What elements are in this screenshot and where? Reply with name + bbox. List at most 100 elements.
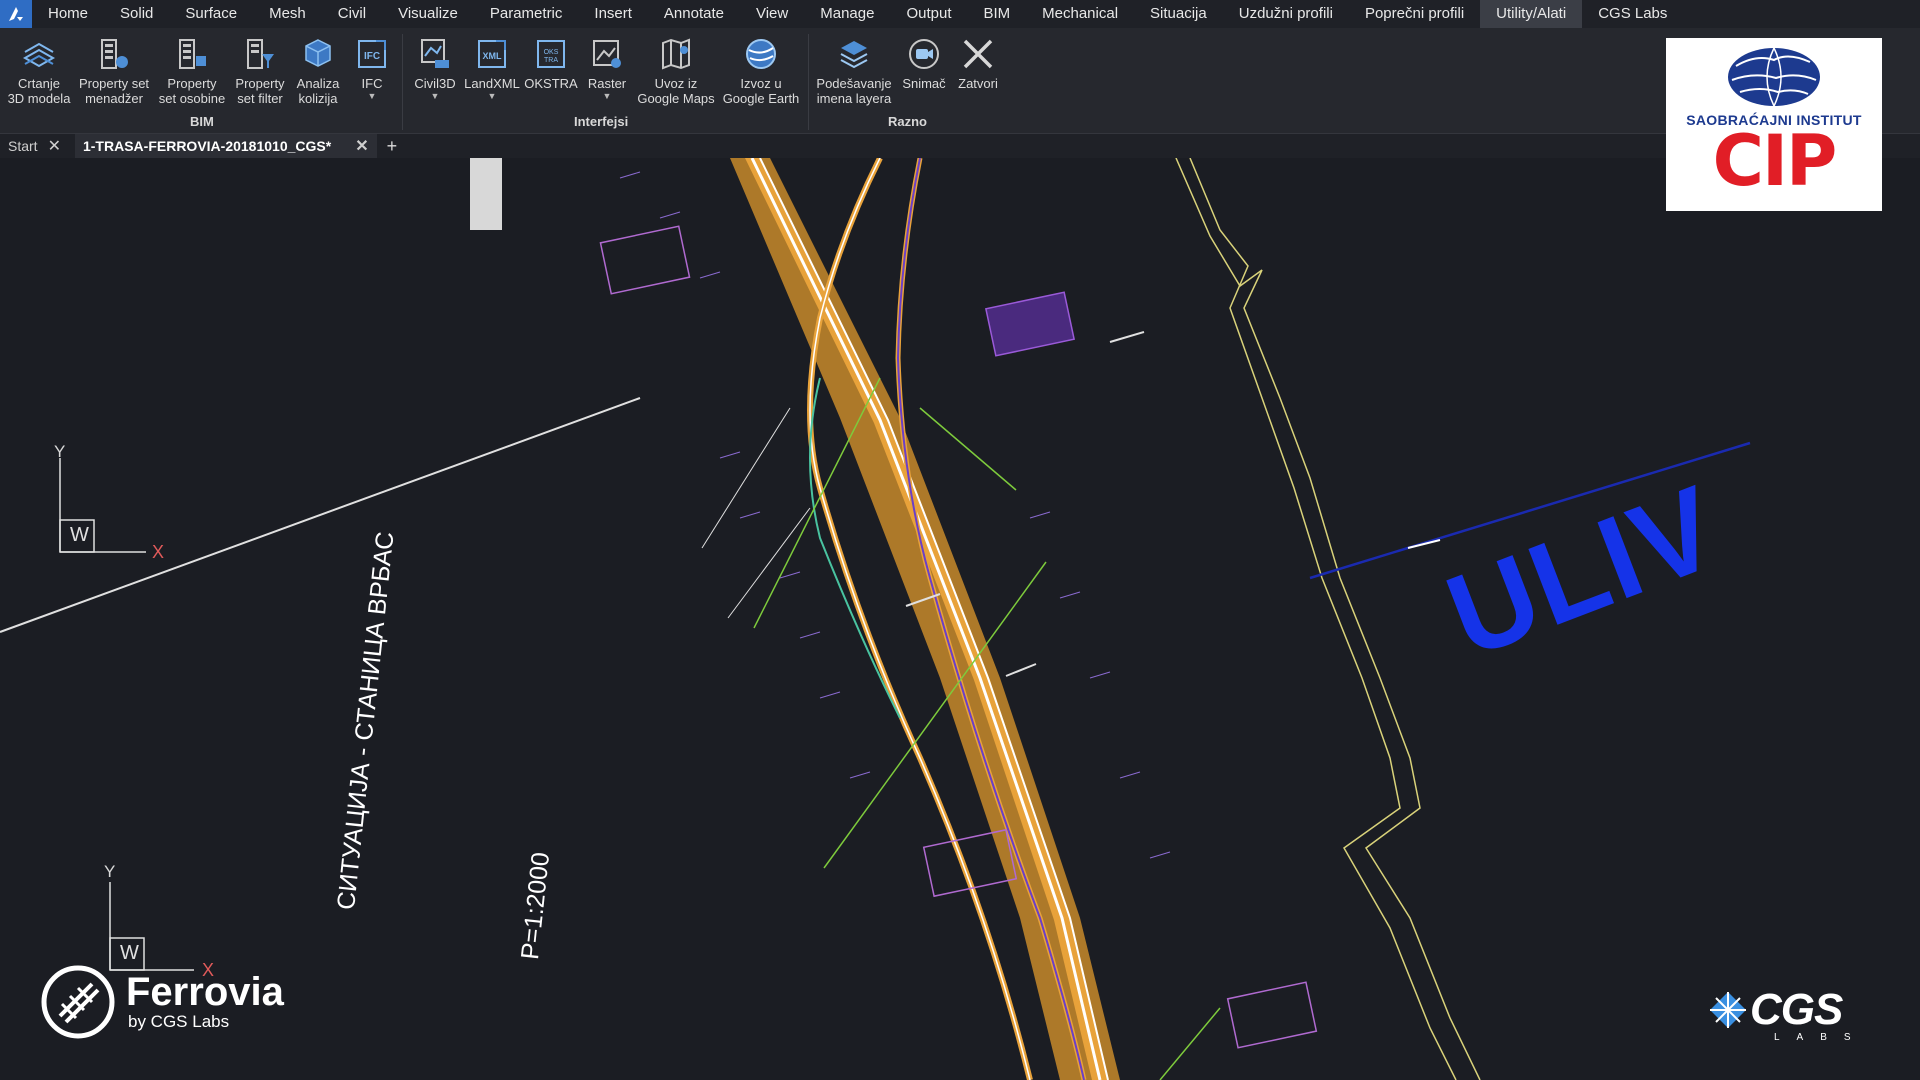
close-icon[interactable]: ✕ (48, 136, 61, 156)
tool-label: Civil3D (414, 76, 456, 91)
property-set-menadzer-button[interactable]: Property set menadžer (74, 34, 154, 106)
menu-tab-mechanical[interactable]: Mechanical (1026, 0, 1134, 28)
zatvori-button[interactable]: Zatvori (952, 34, 1004, 91)
ferrovia-byline: by CGS Labs (128, 1012, 230, 1031)
property-set-filter-button[interactable]: Property set filter (228, 34, 292, 106)
cgs-mark-icon (1710, 992, 1746, 1028)
property-set-manager-icon (101, 39, 128, 69)
izvoz-google-earth-button[interactable]: Izvoz u Google Earth (720, 34, 802, 106)
new-tab-button[interactable]: + (387, 136, 398, 157)
tool-label: Property set osobine (158, 76, 226, 106)
menu-tabs: Home Solid Surface Mesh Civil Visualize Parame… (32, 0, 1683, 28)
menu-bar: Home Solid Surface Mesh Civil Visualize Parame… (0, 0, 1920, 28)
annotation-block (1226, 981, 1318, 1049)
crtanje-3d-modela-button[interactable]: Crtanje 3D modela (6, 34, 72, 106)
menu-tab-uzdu-ni-profili[interactable]: Uzdužni profili (1223, 0, 1349, 28)
ribbon: Crtanje 3D modela Property set menadžer … (0, 28, 1920, 134)
menu-tab-parametric[interactable]: Parametric (474, 0, 579, 28)
recorder-icon (909, 39, 939, 69)
app-logo-icon (9, 7, 23, 21)
okstra-icon: OKSTRA (537, 40, 565, 68)
ucs-w-label: W (120, 942, 139, 964)
cgs-labs-sub: LABS (1774, 1032, 1868, 1043)
menu-tab-annotate[interactable]: Annotate (648, 0, 740, 28)
drawing-line (1407, 539, 1441, 549)
collision-analysis-icon (305, 39, 331, 67)
menu-tab-civil[interactable]: Civil (322, 0, 382, 28)
menu-tab-bim[interactable]: BIM (967, 0, 1026, 28)
cip-wordmark: CIP (1712, 120, 1838, 202)
ifc-icon: IFC (358, 40, 386, 68)
raster-button[interactable]: Raster ▼ (582, 34, 632, 101)
drawing-line (727, 507, 811, 619)
tab-label: 1-TRASA-FERROVIA-20181010_CGS* (82, 138, 332, 154)
menu-tab-utility-alati[interactable]: Utility/Alati (1480, 0, 1583, 28)
landxml-icon: XML (478, 40, 506, 68)
menu-tab-view[interactable]: View (740, 0, 804, 28)
tab-document[interactable]: 1-TRASA-FERROVIA-20181010_CGS* ✕ (74, 134, 377, 158)
group-label-razno: Razno (888, 114, 927, 129)
close-icon (963, 39, 993, 69)
menu-tab-home[interactable]: Home (32, 0, 104, 28)
annotation-block (984, 291, 1076, 357)
3d-model-icon (22, 42, 56, 68)
svg-text:IFC: IFC (364, 51, 380, 62)
ferrovia-logo: Ferrovia by CGS Labs (40, 964, 284, 1040)
annotation-block (599, 225, 691, 295)
property-set-properties-icon (179, 39, 206, 69)
svg-text:TRA: TRA (544, 57, 558, 64)
landxml-button[interactable]: XML LandXML ▼ (464, 34, 520, 101)
ifc-button[interactable]: IFC IFC ▼ (352, 34, 392, 101)
annotation-block (470, 158, 502, 230)
tool-label: Raster (587, 76, 627, 91)
layer-names-icon (840, 41, 868, 69)
snimac-button[interactable]: Snimač (898, 34, 950, 91)
menu-tab-insert[interactable]: Insert (578, 0, 648, 28)
ferrovia-rail-icon (41, 965, 115, 1039)
chevron-down-icon: ▼ (430, 91, 440, 101)
menu-tab-surface[interactable]: Surface (169, 0, 253, 28)
drawing-line (1109, 331, 1145, 343)
green-line (753, 377, 881, 629)
podesavanje-imena-layera-button[interactable]: Podešavanje imena layera (812, 34, 896, 106)
menu-tab-solid[interactable]: Solid (104, 0, 169, 28)
drawing-line (1005, 663, 1037, 677)
group-separator (402, 34, 403, 130)
menu-tab-visualize[interactable]: Visualize (382, 0, 474, 28)
close-icon[interactable]: ✕ (355, 136, 368, 156)
svg-text:OKS: OKS (544, 49, 559, 56)
civil3d-icon (421, 39, 449, 68)
tab-start[interactable]: Start ✕ (0, 134, 69, 158)
cgs-labs-logo: CGS LABS (1706, 985, 1851, 1043)
menu-tab-cgs-labs[interactable]: CGS Labs (1582, 0, 1683, 28)
globe-icon (1728, 47, 1820, 107)
menu-tab-popre-ni-profili[interactable]: Poprečni profili (1349, 0, 1480, 28)
application-menu-button[interactable] (0, 0, 32, 28)
menu-tab-situacija[interactable]: Situacija (1134, 0, 1223, 28)
uvoz-google-maps-button[interactable]: Uvoz iz Google Maps (636, 34, 716, 106)
boundary-line (1175, 158, 1481, 1080)
property-set-filter-icon (247, 39, 274, 69)
civil3d-button[interactable]: Civil3D ▼ (412, 34, 458, 101)
drawing-canvas[interactable]: Y W X Y W X ULIV СИТУАЦИЈА - СТАНИЦА ВРБ… (0, 158, 1920, 1080)
boundary-line (1189, 158, 1457, 1080)
menu-tab-mesh[interactable]: Mesh (253, 0, 322, 28)
tool-label: IFC (361, 76, 383, 91)
tool-label: Crtanje 3D modela (7, 76, 71, 106)
cip-logo: SAOBRAĆAJNI INSTITUT CIP (1666, 38, 1882, 211)
menu-tab-output[interactable]: Output (890, 0, 967, 28)
menu-tab-manage[interactable]: Manage (804, 0, 890, 28)
raster-icon (593, 40, 621, 68)
tab-label: Start (8, 138, 38, 154)
tool-label: OKSTRA (524, 76, 578, 91)
analiza-kolizija-button[interactable]: Analiza kolizija (292, 34, 344, 106)
tool-label: Izvoz u Google Earth (722, 76, 800, 106)
okstra-button[interactable]: OKS TRA OKSTRA (524, 34, 578, 91)
tool-label: Snimač (902, 76, 946, 91)
property-set-osobine-button[interactable]: Property set osobine (156, 34, 228, 106)
tool-label: Uvoz iz Google Maps (637, 76, 715, 106)
google-earth-export-icon (746, 39, 776, 69)
svg-text:XML: XML (483, 51, 503, 61)
chevron-down-icon: ▼ (487, 91, 497, 101)
cgs-wordmark: CGS (1750, 985, 1843, 1034)
